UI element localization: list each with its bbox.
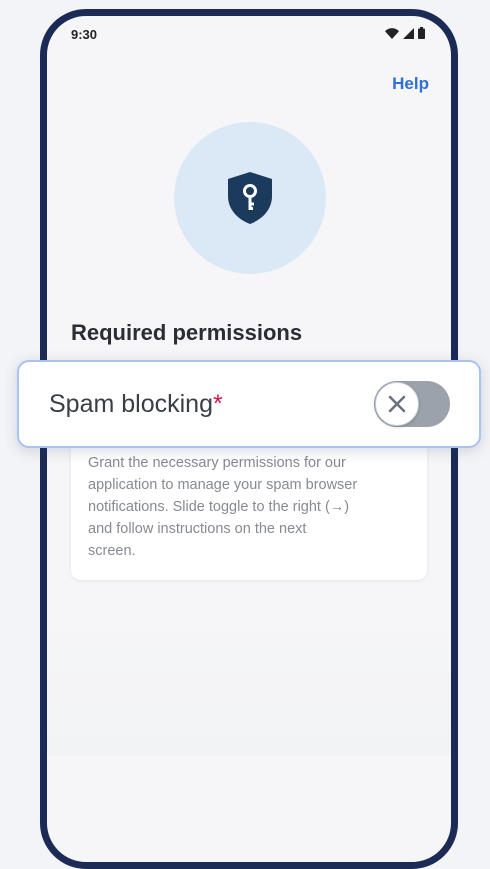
shield-key-icon [228, 172, 272, 224]
signal-icon [403, 27, 414, 39]
close-icon [388, 395, 406, 413]
info-text-line: notifications. Slide toggle to the right… [88, 499, 350, 515]
info-card: Grant the necessary permissions for our … [71, 434, 427, 580]
battery-icon [418, 27, 425, 39]
permission-item-spam-blocking[interactable]: Spam blocking* [17, 360, 481, 448]
toggle-knob[interactable] [375, 382, 419, 426]
help-link[interactable]: Help [392, 74, 429, 94]
hero-illustration [174, 122, 326, 274]
permission-label: Spam blocking* [49, 390, 223, 419]
page-title: Required permissions [71, 320, 303, 345]
status-icons [385, 27, 425, 39]
info-text-line: and follow instructions on the next [88, 521, 307, 537]
status-time: 9:30 [71, 26, 98, 42]
info-text-line: screen. [88, 543, 136, 559]
spam-blocking-toggle[interactable] [374, 381, 450, 427]
status-bar: 9:30 [47, 16, 451, 50]
background-fade [47, 596, 451, 756]
wifi-icon [385, 27, 399, 39]
info-text-line: application to manage your spam browser [88, 477, 358, 493]
info-text-line: Grant the necessary permissions for our [88, 455, 346, 471]
permission-label-text: Spam blocking [49, 389, 213, 418]
required-marker: * [212, 389, 223, 418]
